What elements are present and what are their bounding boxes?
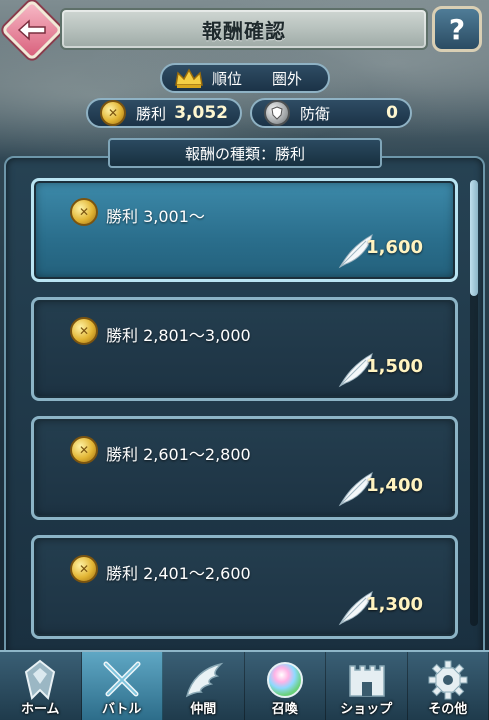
crown-icon	[175, 68, 203, 88]
defense-label: 防衛	[300, 104, 331, 123]
gold-medal-icon: ✕	[70, 436, 98, 468]
nav-label: バトル	[102, 702, 142, 717]
nav-allies[interactable]: 仲間	[163, 652, 245, 720]
scroll-thumb[interactable]	[470, 180, 478, 296]
rank-value: 圏外	[271, 69, 302, 88]
home-crest-icon	[25, 659, 56, 700]
gold-medal-icon: ✕	[100, 100, 126, 126]
defense-display: 防衛 0	[250, 98, 412, 128]
shield-icon	[264, 100, 290, 126]
gold-medal-icon: ✕	[70, 317, 98, 349]
wing-icon	[186, 662, 224, 698]
nav-shop[interactable]: ショップ	[326, 652, 408, 720]
defense-value: 0	[386, 103, 398, 123]
nav-home[interactable]: ホーム	[0, 652, 82, 720]
wins-value: 3,052	[174, 103, 228, 123]
page-header: 報酬確認	[60, 8, 428, 50]
gold-medal-icon: ✕	[70, 198, 98, 230]
reward-range: 勝利 3,001～	[106, 207, 205, 226]
reward-type-text: 報酬の種類：勝利	[184, 144, 305, 163]
rank-label: 順位	[212, 69, 243, 88]
reward-row[interactable]: ✕ 勝利 2,601～2,800 1,400	[31, 416, 458, 520]
back-arrow-icon	[17, 19, 46, 41]
reward-amount: 1,400	[366, 475, 423, 496]
wins-label: 勝利	[136, 104, 167, 123]
reward-amount: 1,600	[366, 237, 423, 258]
bottom-nav: ホーム バトル 仲間 召喚 ショップ その他	[0, 650, 489, 720]
nav-label: 召喚	[271, 702, 298, 717]
reward-type-banner: 報酬の種類：勝利	[108, 138, 382, 168]
nav-summon[interactable]: 召喚	[245, 652, 326, 720]
castle-icon	[349, 665, 385, 697]
reward-row[interactable]: ✕ 勝利 3,001～ 1,600	[31, 178, 458, 282]
reward-range: 勝利 2,801～3,000	[106, 326, 251, 345]
rank-display: 順位 圏外	[160, 63, 330, 93]
orb-icon	[266, 662, 303, 698]
scrollbar[interactable]	[470, 180, 478, 626]
reward-row[interactable]: ✕ 勝利 2,401～2,600 1,300	[31, 535, 458, 639]
back-button[interactable]	[0, 0, 64, 62]
gear-icon	[428, 660, 468, 700]
crossed-swords-icon	[103, 661, 141, 697]
nav-other[interactable]: その他	[408, 652, 489, 720]
nav-label: その他	[428, 702, 468, 717]
nav-label: 仲間	[190, 702, 217, 717]
nav-label: ショップ	[340, 702, 393, 717]
reward-range: 勝利 2,601～2,800	[106, 445, 251, 464]
help-button[interactable]: ?	[432, 6, 482, 52]
nav-battle[interactable]: バトル	[81, 652, 163, 720]
reward-range: 勝利 2,401～2,600	[106, 564, 251, 583]
nav-label: ホーム	[20, 702, 60, 717]
reward-amount: 1,300	[366, 594, 423, 615]
page-title: 報酬確認	[202, 18, 286, 43]
help-icon: ?	[448, 12, 466, 46]
wins-display: ✕ 勝利 3,052	[86, 98, 242, 128]
reward-row[interactable]: ✕ 勝利 2,801～3,000 1,500	[31, 297, 458, 401]
gold-medal-icon: ✕	[70, 555, 98, 587]
reward-amount: 1,500	[366, 356, 423, 377]
